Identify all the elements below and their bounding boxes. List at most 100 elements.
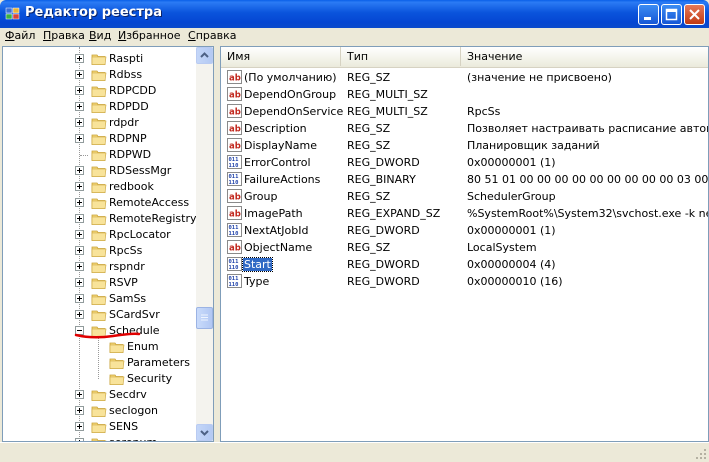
- value-type: REG_DWORD: [347, 224, 420, 237]
- expand-icon[interactable]: [75, 54, 84, 63]
- table-row[interactable]: 011 110 Type REG_DWORD 0x00000010 (16): [221, 273, 708, 290]
- expand-icon[interactable]: [75, 390, 84, 399]
- resize-grip-icon[interactable]: [695, 448, 707, 460]
- expand-icon[interactable]: [75, 198, 84, 207]
- value-name: NextAtJobId: [244, 224, 309, 237]
- tree-item[interactable]: RpcSs: [3, 243, 195, 259]
- tree-item[interactable]: rspndr: [3, 259, 195, 275]
- scroll-up-button[interactable]: [196, 47, 213, 64]
- tree-item[interactable]: rdpdr: [3, 115, 195, 131]
- minimize-button[interactable]: [638, 4, 659, 25]
- expand-icon[interactable]: [75, 118, 84, 127]
- expand-icon[interactable]: [75, 70, 84, 79]
- tree-item[interactable]: SamSs: [3, 291, 195, 307]
- table-row[interactable]: 011 110 FailureActions REG_BINARY 80 51 01 0…: [221, 171, 708, 188]
- tree-vertical-scrollbar[interactable]: [196, 47, 213, 441]
- tree-item-label: redbook: [109, 180, 154, 193]
- tree-item-label: Secdrv: [109, 388, 147, 401]
- expand-icon[interactable]: [75, 102, 84, 111]
- svg-text:ab: ab: [229, 74, 241, 84]
- scroll-thumb[interactable]: [196, 307, 213, 329]
- value-name: Start: [242, 257, 273, 272]
- tree-item[interactable]: RDPWD: [3, 147, 195, 163]
- tree-item[interactable]: Security: [3, 371, 195, 387]
- expand-icon[interactable]: [75, 310, 84, 319]
- scroll-down-button[interactable]: [196, 424, 213, 441]
- table-row[interactable]: ab DependOnService REG_MULTI_SZ RpcSs: [221, 103, 708, 120]
- tree-item[interactable]: SCardSvr: [3, 307, 195, 323]
- tree-item-label: Raspti: [109, 52, 144, 65]
- tree-item[interactable]: seclogon: [3, 403, 195, 419]
- pane-splitter[interactable]: [214, 46, 219, 442]
- tree-item[interactable]: Parameters: [3, 355, 195, 371]
- tree-item[interactable]: RpcLocator: [3, 227, 195, 243]
- folder-icon: [91, 308, 107, 322]
- folder-icon: [91, 116, 107, 130]
- svg-text:ab: ab: [229, 108, 241, 118]
- string-value-icon: ab: [227, 189, 242, 203]
- expand-icon[interactable]: [75, 166, 84, 175]
- expand-icon[interactable]: [75, 214, 84, 223]
- expand-icon[interactable]: [75, 262, 84, 271]
- expand-icon[interactable]: [75, 294, 84, 303]
- close-button[interactable]: [684, 4, 705, 25]
- column-header-type[interactable]: Тип: [341, 47, 461, 66]
- values-list-panel[interactable]: Имя Тип Значение ab (По умолчанию) REG_SZ(…: [220, 46, 709, 442]
- menu-help[interactable]: Справка: [188, 29, 236, 42]
- tree-item[interactable]: Rdbss: [3, 67, 195, 83]
- tree-item[interactable]: RDPDD: [3, 99, 195, 115]
- table-row[interactable]: 011 110 Start REG_DWORD 0x00000004 (4): [221, 256, 708, 273]
- svg-text:ab: ab: [229, 91, 241, 101]
- tree-item[interactable]: serenum: [3, 435, 195, 441]
- table-row[interactable]: ab ObjectName REG_SZ LocalSystem: [221, 239, 708, 256]
- tree-item[interactable]: RDPCDD: [3, 83, 195, 99]
- folder-icon: [91, 388, 107, 402]
- expand-icon[interactable]: [75, 86, 84, 95]
- tree-item[interactable]: Enum: [3, 339, 195, 355]
- tree-item-label: SamSs: [109, 292, 147, 305]
- tree-item-label: SCardSvr: [109, 308, 160, 321]
- table-row[interactable]: ab Group REG_SZ SchedulerGroup: [221, 188, 708, 205]
- maximize-button[interactable]: [661, 4, 682, 25]
- value-type: REG_DWORD: [347, 275, 420, 288]
- value-data: Планировщик заданий: [467, 139, 600, 152]
- expand-icon[interactable]: [75, 182, 84, 191]
- column-header-name[interactable]: Имя: [221, 47, 341, 66]
- key-tree-panel[interactable]: Raspti Rdbss RDPCDD RDPDD rdpdr RDPNP RDPWD RDS…: [2, 46, 214, 442]
- folder-icon: [91, 260, 107, 274]
- folder-icon: [109, 356, 125, 370]
- tree-item[interactable]: RSVP: [3, 275, 195, 291]
- expand-icon[interactable]: [75, 230, 84, 239]
- expand-icon[interactable]: [75, 134, 84, 143]
- menu-favorites[interactable]: Избранное: [118, 29, 180, 42]
- column-header-value[interactable]: Значение: [461, 47, 708, 66]
- tree-item[interactable]: SENS: [3, 419, 195, 435]
- expand-icon[interactable]: [75, 406, 84, 415]
- tree-item[interactable]: redbook: [3, 179, 195, 195]
- value-type: REG_MULTI_SZ: [347, 88, 428, 101]
- svg-text:ab: ab: [229, 210, 241, 220]
- menu-view[interactable]: Вид: [89, 29, 111, 42]
- title-bar[interactable]: Редактор реестра: [0, 0, 709, 28]
- menu-file[interactable]: Файл: [5, 29, 35, 42]
- folder-icon: [91, 180, 107, 194]
- table-row[interactable]: ab ImagePath REG_EXPAND_SZ %SystemRoot%\Sys…: [221, 205, 708, 222]
- table-row[interactable]: ab DependOnGroup REG_MULTI_SZ: [221, 86, 708, 103]
- expand-icon[interactable]: [75, 278, 84, 287]
- table-row[interactable]: ab (По умолчанию) REG_SZ (значение не присв…: [221, 69, 708, 86]
- tree-item[interactable]: RDSessMgr: [3, 163, 195, 179]
- expand-icon[interactable]: [75, 246, 84, 255]
- table-row[interactable]: 011 110 ErrorControl REG_DWORD 0x00000001 (1…: [221, 154, 708, 171]
- tree-item[interactable]: RemoteAccess: [3, 195, 195, 211]
- tree-item[interactable]: Secdrv: [3, 387, 195, 403]
- table-row[interactable]: ab DisplayName REG_SZ Планировщик заданий: [221, 137, 708, 154]
- binary-value-icon: 011 110: [227, 274, 242, 288]
- menu-edit[interactable]: Правка: [43, 29, 85, 42]
- expand-icon[interactable]: [75, 422, 84, 431]
- table-row[interactable]: 011 110 NextAtJobId REG_DWORD 0x00000001 (1): [221, 222, 708, 239]
- tree-item[interactable]: Raspti: [3, 51, 195, 67]
- value-name: Group: [244, 190, 278, 203]
- table-row[interactable]: ab Description REG_SZ Позволяет настраивать…: [221, 120, 708, 137]
- tree-item[interactable]: RemoteRegistry: [3, 211, 196, 227]
- tree-item[interactable]: RDPNP: [3, 131, 195, 147]
